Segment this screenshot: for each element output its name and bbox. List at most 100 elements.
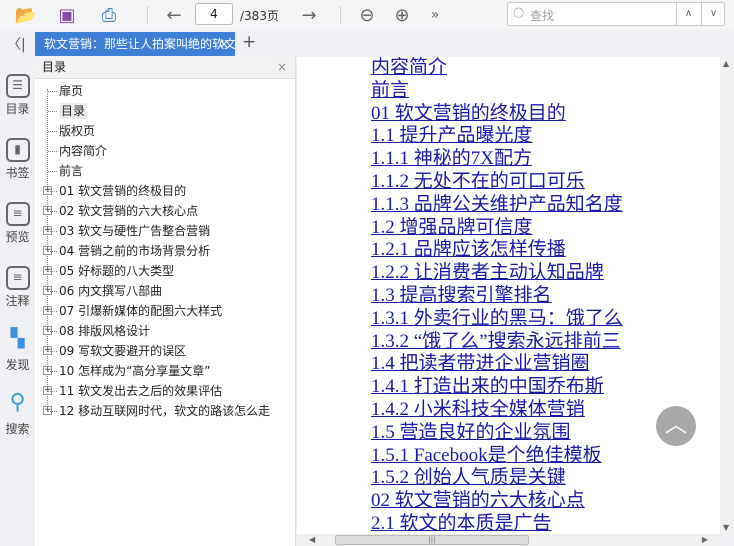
toc-item[interactable]: 版权页 xyxy=(35,121,295,141)
search-input[interactable]: 查找 xyxy=(530,7,554,24)
next-page-icon[interactable]: → xyxy=(297,4,321,26)
tree-connector xyxy=(48,391,57,392)
toc-link[interactable]: 1.3 提高搜索引擎排名 xyxy=(371,285,720,308)
toc-link[interactable]: 1.3.2 “饿了么”搜索永远排前三 xyxy=(371,331,720,354)
toc-item-label: 02 软文营销的六大核心点 xyxy=(59,204,199,218)
toc-link[interactable]: 1.4.1 打造出来的中国乔布斯 xyxy=(371,376,720,399)
toc-item[interactable]: +01 软文营销的终极目的 xyxy=(35,181,295,201)
tree-connector xyxy=(48,91,57,92)
toc-link[interactable]: 1.5.2 创始人气质是关键 xyxy=(371,467,720,490)
toc-item[interactable]: +05 好标题的八大类型 xyxy=(35,261,295,281)
toc-item[interactable]: +12 移动互联网时代，软文的路该怎么走 xyxy=(35,401,295,421)
toc-item-label: 05 好标题的八大类型 xyxy=(59,264,175,278)
toc-link[interactable]: 1.4 把读者带进企业营销圈 xyxy=(371,353,720,376)
more-icon[interactable]: » xyxy=(423,4,447,26)
toc-item[interactable]: +10 怎样成为“高分享量文章” xyxy=(35,361,295,381)
toc-link[interactable]: 1.1.2 无处不在的可口可乐 xyxy=(371,171,720,194)
tree-connector xyxy=(48,171,57,172)
divider xyxy=(147,6,148,24)
toc-item-label: 07 引爆新媒体的配图六大样式 xyxy=(59,304,223,318)
toc-link[interactable]: 前言 xyxy=(371,80,720,103)
toc-link[interactable]: 1.1.1 神秘的7X配方 xyxy=(371,148,720,171)
tree-connector xyxy=(48,231,57,232)
toc-item-label: 04 营销之前的市场背景分析 xyxy=(59,244,211,258)
pages-icon: ≡ xyxy=(5,202,30,226)
toc-item-label: 版权页 xyxy=(59,124,96,138)
toc-link[interactable]: 内容简介 xyxy=(371,57,720,80)
toc-item-label: 目录 xyxy=(59,103,88,119)
tree-connector xyxy=(48,131,57,132)
toc-link[interactable]: 1.2 增强品牌可信度 xyxy=(371,217,720,240)
toc-item[interactable]: +09 写软文要避开的误区 xyxy=(35,341,295,361)
toc-item[interactable]: +06 内文撰写八部曲 xyxy=(35,281,295,301)
toc-item[interactable]: +03 软文与硬性广告整合营销 xyxy=(35,221,295,241)
toc-item-label: 前言 xyxy=(59,164,84,178)
open-folder-icon[interactable]: 📂 xyxy=(14,4,38,26)
toc-item[interactable]: +07 引爆新媒体的配图六大样式 xyxy=(35,301,295,321)
rail-item-bookmarks[interactable]: ▮ 书签 xyxy=(0,138,35,181)
rail-item-discover[interactable]: ▚ 发现 xyxy=(0,330,35,373)
toc-item-label: 扉页 xyxy=(59,84,84,98)
sidebar-rail: ☰ 目录 ▮ 书签 ≡ 预览 ≡ 注释 ▚ 发现 ⚲ 搜索 xyxy=(0,56,35,546)
rail-item-toc[interactable]: ☰ 目录 xyxy=(0,74,35,117)
save-icon[interactable]: ▣ xyxy=(55,4,79,26)
zoom-out-icon[interactable]: ⊖ xyxy=(355,4,379,26)
tree-connector xyxy=(48,251,57,252)
toc-item[interactable]: +11 软文发出去之后的效果评估 xyxy=(35,381,295,401)
page-number-input[interactable]: 4 xyxy=(195,3,233,25)
rail-item-notes[interactable]: ≡ 注释 xyxy=(0,266,35,309)
toc-item-label: 03 软文与硬性广告整合营销 xyxy=(59,224,211,238)
prev-page-icon[interactable]: ← xyxy=(162,4,186,26)
toc-item-label: 10 怎样成为“高分享量文章” xyxy=(59,364,211,378)
toc-item-label: 06 内文撰写八部曲 xyxy=(59,284,163,298)
toc-item-label: 内容简介 xyxy=(59,144,108,158)
toc-link[interactable]: 02 软文营销的六大核心点 xyxy=(371,490,720,513)
toc-link[interactable]: 01 软文营销的终极目的 xyxy=(371,103,720,126)
search-icon: ⚲ xyxy=(9,390,26,415)
horizontal-scrollbar[interactable]: ◀ ||| ▶ xyxy=(297,534,720,546)
close-toc-icon[interactable]: × xyxy=(277,57,287,78)
rail-item-search[interactable]: ⚲ 搜索 xyxy=(0,390,35,437)
print-icon[interactable]: ⎙ xyxy=(97,4,121,26)
tree-connector xyxy=(48,371,57,372)
toc-item[interactable]: +08 排版风格设计 xyxy=(35,321,295,341)
toc-link[interactable]: 1.1.3 品牌公关维护产品知名度 xyxy=(371,194,720,217)
toc-item-label: 09 写软文要避开的误区 xyxy=(59,344,187,358)
toc-link[interactable]: 1.3.1 外卖行业的黑马：饿了么 xyxy=(371,308,720,331)
tab-title: 软文营销：那些让人拍案叫绝的软文 xyxy=(44,37,235,51)
scroll-thumb[interactable]: ||| xyxy=(335,535,529,545)
note-icon: ≡ xyxy=(5,266,30,290)
toc-item[interactable]: 前言 xyxy=(35,161,295,181)
toc-item-label: 08 排版风格设计 xyxy=(59,324,151,338)
collapse-sidebar-icon[interactable]: 〈| xyxy=(7,34,26,54)
apps-icon: ▚ xyxy=(10,328,25,349)
toc-link[interactable]: 1.1 提升产品曝光度 xyxy=(371,125,720,148)
toc-item[interactable]: 内容简介 xyxy=(35,141,295,161)
rail-item-preview[interactable]: ≡ 预览 xyxy=(0,202,35,245)
toc-item-label: 01 软文营销的终极目的 xyxy=(59,184,187,198)
toc-item-label: 12 移动互联网时代，软文的路该怎么走 xyxy=(59,404,271,418)
zoom-in-icon[interactable]: ⊕ xyxy=(390,4,414,26)
back-to-top-button[interactable]: ︿ xyxy=(656,406,696,446)
tab-bar: 〈| 软文营销：那些让人拍案叫绝的软文 × + xyxy=(0,31,734,56)
toolbar: 📂 ▣ ⎙ ← 4 /383页 → ⊖ ⊕ » ○ 查找 ∧ ∨ xyxy=(0,0,734,30)
toc-link[interactable]: 1.5.1 Facebook是个绝佳模板 xyxy=(371,445,720,468)
toc-link[interactable]: 2.1 软文的本质是广告 xyxy=(371,513,720,534)
toc-item[interactable]: +02 软文营销的六大核心点 xyxy=(35,201,295,221)
search-prev-button[interactable]: ∧ xyxy=(676,3,700,25)
close-tab-icon[interactable]: × xyxy=(219,32,229,56)
tree-connector xyxy=(48,211,57,212)
toc-link[interactable]: 1.2.1 品牌应该怎样传播 xyxy=(371,239,720,262)
toc-item[interactable]: 目录 xyxy=(35,101,295,121)
total-pages: /383页 xyxy=(240,9,279,23)
toc-header: 目录 × xyxy=(35,57,295,79)
vertical-scrollbar[interactable]: ▲ ▼ xyxy=(720,57,734,534)
search-next-button[interactable]: ∨ xyxy=(701,3,725,25)
search-box[interactable]: ○ 查找 ∧ ∨ xyxy=(507,2,725,26)
search-icon: ○ xyxy=(513,5,525,20)
toc-link[interactable]: 1.2.2 让消费者主动认知品牌 xyxy=(371,262,720,285)
tab-document[interactable]: 软文营销：那些让人拍案叫绝的软文 × xyxy=(35,32,235,56)
toc-item[interactable]: 扉页 xyxy=(35,81,295,101)
toc-item[interactable]: +04 营销之前的市场背景分析 xyxy=(35,241,295,261)
new-tab-button[interactable]: + xyxy=(242,32,256,52)
